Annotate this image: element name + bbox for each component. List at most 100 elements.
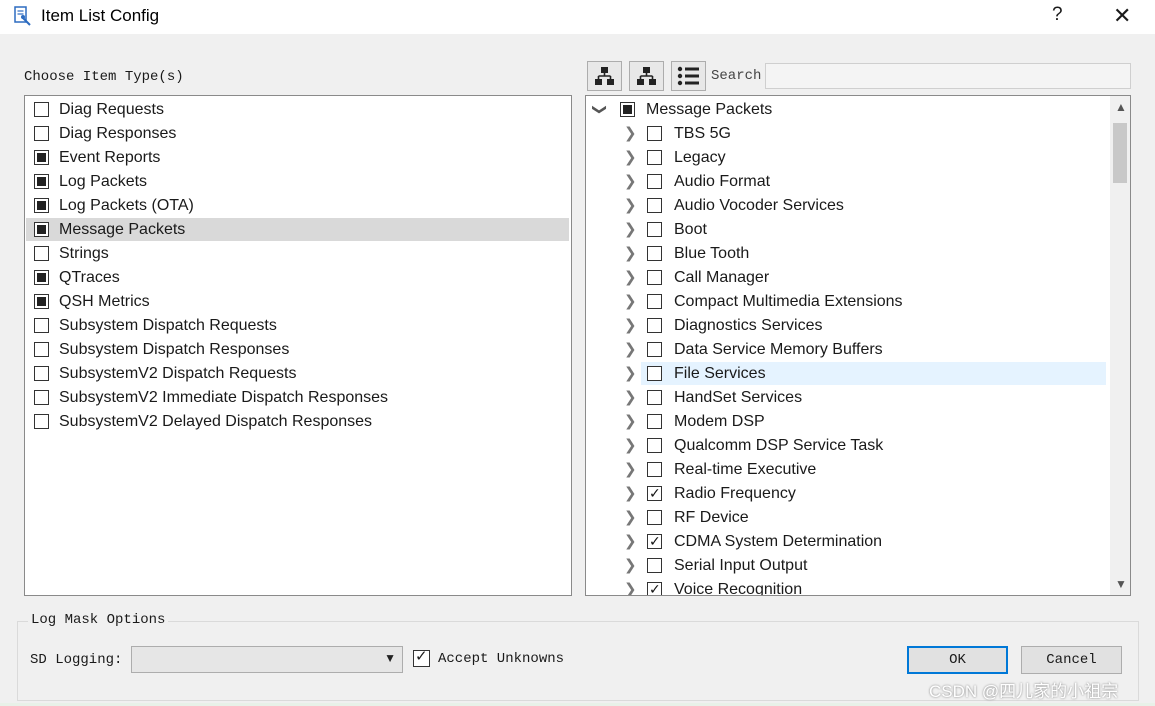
cancel-button[interactable]: Cancel bbox=[1021, 646, 1122, 674]
chevron-right-icon[interactable]: ❯ bbox=[624, 482, 637, 505]
item-type-checkbox[interactable] bbox=[34, 174, 49, 189]
item-type-row[interactable]: SubsystemV2 Delayed Dispatch Responses bbox=[26, 410, 569, 433]
chevron-right-icon[interactable]: ❯ bbox=[624, 530, 637, 553]
tree-scrollbar[interactable]: ▲ ▼ bbox=[1110, 96, 1130, 595]
item-type-checkbox[interactable] bbox=[34, 342, 49, 357]
scroll-down-icon[interactable]: ▼ bbox=[1115, 577, 1127, 591]
tree-item-checkbox[interactable] bbox=[647, 482, 662, 505]
tree-item-row[interactable]: ❯ Call Manager bbox=[586, 266, 1106, 289]
item-type-row[interactable]: QSH Metrics bbox=[26, 290, 569, 313]
tree-item-checkbox[interactable] bbox=[647, 126, 662, 141]
tree-item-checkbox[interactable] bbox=[647, 366, 662, 381]
tree-item-row[interactable]: ❯ Real-time Executive bbox=[586, 458, 1106, 481]
collapse-tree-button[interactable] bbox=[629, 61, 664, 91]
scroll-up-icon[interactable]: ▲ bbox=[1115, 100, 1127, 114]
chevron-right-icon[interactable]: ❯ bbox=[624, 314, 637, 337]
tree-item-row[interactable]: ❯ Blue Tooth bbox=[586, 242, 1106, 265]
list-view-button[interactable] bbox=[671, 61, 706, 91]
item-type-checkbox[interactable] bbox=[34, 390, 49, 405]
tree-item-row[interactable]: ❯ Boot bbox=[586, 218, 1106, 241]
chevron-right-icon[interactable]: ❯ bbox=[624, 170, 637, 193]
chevron-right-icon[interactable]: ❯ bbox=[624, 338, 637, 361]
item-type-checkbox[interactable] bbox=[34, 294, 49, 309]
tree-item-checkbox[interactable] bbox=[647, 462, 662, 477]
tree-item-checkbox[interactable] bbox=[647, 318, 662, 333]
tree-item-checkbox[interactable] bbox=[647, 270, 662, 285]
search-input[interactable] bbox=[765, 63, 1131, 89]
chevron-right-icon[interactable]: ❯ bbox=[624, 458, 637, 481]
item-type-row[interactable]: Strings bbox=[26, 242, 569, 265]
item-type-row[interactable]: SubsystemV2 Immediate Dispatch Responses bbox=[26, 386, 569, 409]
tree-item-checkbox[interactable] bbox=[647, 578, 662, 595]
item-type-row[interactable]: QTraces bbox=[26, 266, 569, 289]
tree-item-row[interactable]: ❯ Serial Input Output bbox=[586, 554, 1106, 577]
tree-item-checkbox[interactable] bbox=[647, 530, 662, 553]
item-type-checkbox[interactable] bbox=[34, 198, 49, 213]
help-button[interactable]: ? bbox=[1052, 4, 1063, 26]
tree-item-checkbox[interactable] bbox=[647, 150, 662, 165]
tree-item-checkbox[interactable] bbox=[647, 222, 662, 237]
tree-item-row[interactable]: ❯ RF Device bbox=[586, 506, 1106, 529]
item-type-checkbox[interactable] bbox=[34, 150, 49, 165]
item-type-checkbox[interactable] bbox=[34, 318, 49, 333]
item-type-row[interactable]: Subsystem Dispatch Responses bbox=[26, 338, 569, 361]
item-type-row[interactable]: Log Packets (OTA) bbox=[26, 194, 569, 217]
tree-item-checkbox[interactable] bbox=[647, 438, 662, 453]
chevron-right-icon[interactable]: ❯ bbox=[624, 242, 637, 265]
tree-item-row[interactable]: ❯ Audio Vocoder Services bbox=[586, 194, 1106, 217]
tree-item-checkbox[interactable] bbox=[647, 174, 662, 189]
item-type-checkbox[interactable] bbox=[34, 366, 49, 381]
tree-item-checkbox[interactable] bbox=[647, 294, 662, 309]
chevron-right-icon[interactable]: ❯ bbox=[624, 362, 637, 385]
sd-logging-dropdown[interactable]: ▼ bbox=[131, 646, 403, 673]
item-type-checkbox[interactable] bbox=[34, 246, 49, 261]
close-button[interactable]: ✕ bbox=[1113, 3, 1131, 29]
item-type-row[interactable]: Message Packets bbox=[26, 218, 569, 241]
tree-item-row[interactable]: ❯ Audio Format bbox=[586, 170, 1106, 193]
tree-root-row[interactable]: ❯ Message Packets bbox=[586, 98, 1106, 121]
tree-item-row[interactable]: ❯ Qualcomm DSP Service Task bbox=[586, 434, 1106, 457]
tree-item-row[interactable]: ❯ Compact Multimedia Extensions bbox=[586, 290, 1106, 313]
scroll-thumb[interactable] bbox=[1113, 123, 1127, 183]
item-type-checkbox[interactable] bbox=[34, 102, 49, 117]
tree-item-row[interactable]: ❯ CDMA System Determination bbox=[586, 530, 1106, 553]
chevron-right-icon[interactable]: ❯ bbox=[624, 194, 637, 217]
tree-item-row[interactable]: ❯ File Services bbox=[624, 362, 1106, 385]
chevron-right-icon[interactable]: ❯ bbox=[624, 410, 637, 433]
item-type-checkbox[interactable] bbox=[34, 126, 49, 141]
item-type-checkbox[interactable] bbox=[34, 414, 49, 429]
tree-item-checkbox[interactable] bbox=[647, 390, 662, 405]
item-type-row[interactable]: Diag Requests bbox=[26, 98, 569, 121]
tree-item-checkbox[interactable] bbox=[647, 198, 662, 213]
item-type-checkbox[interactable] bbox=[34, 270, 49, 285]
tree-item-checkbox[interactable] bbox=[647, 246, 662, 261]
ok-button[interactable]: OK bbox=[907, 646, 1008, 674]
tree-item-row[interactable]: ❯ Legacy bbox=[586, 146, 1106, 169]
tree-item-checkbox[interactable] bbox=[647, 414, 662, 429]
item-type-row[interactable]: Event Reports bbox=[26, 146, 569, 169]
accept-unknowns-checkbox[interactable] bbox=[413, 647, 430, 667]
chevron-right-icon[interactable]: ❯ bbox=[624, 290, 637, 313]
expand-tree-button[interactable] bbox=[587, 61, 622, 91]
chevron-right-icon[interactable]: ❯ bbox=[624, 578, 637, 595]
chevron-right-icon[interactable]: ❯ bbox=[624, 218, 637, 241]
item-type-checkbox[interactable] bbox=[34, 222, 49, 237]
tree-item-row[interactable]: ❯ Data Service Memory Buffers bbox=[586, 338, 1106, 361]
tree-item-checkbox[interactable] bbox=[647, 558, 662, 573]
chevron-right-icon[interactable]: ❯ bbox=[624, 146, 637, 169]
tree-item-checkbox[interactable] bbox=[647, 510, 662, 525]
chevron-down-icon[interactable]: ❯ bbox=[588, 104, 611, 116]
chevron-right-icon[interactable]: ❯ bbox=[624, 122, 637, 145]
item-type-row[interactable]: Subsystem Dispatch Requests bbox=[26, 314, 569, 337]
tree-item-row[interactable]: ❯ Radio Frequency bbox=[586, 482, 1106, 505]
tree-item-row[interactable]: ❯ TBS 5G bbox=[586, 122, 1106, 145]
tree-item-row[interactable]: ❯ HandSet Services bbox=[586, 386, 1106, 409]
item-type-row[interactable]: Log Packets bbox=[26, 170, 569, 193]
tree-item-checkbox[interactable] bbox=[647, 342, 662, 357]
tree-item-row[interactable]: ❯ Modem DSP bbox=[586, 410, 1106, 433]
item-type-row[interactable]: Diag Responses bbox=[26, 122, 569, 145]
chevron-right-icon[interactable]: ❯ bbox=[624, 386, 637, 409]
chevron-right-icon[interactable]: ❯ bbox=[624, 506, 637, 529]
chevron-right-icon[interactable]: ❯ bbox=[624, 554, 637, 577]
item-type-row[interactable]: SubsystemV2 Dispatch Requests bbox=[26, 362, 569, 385]
